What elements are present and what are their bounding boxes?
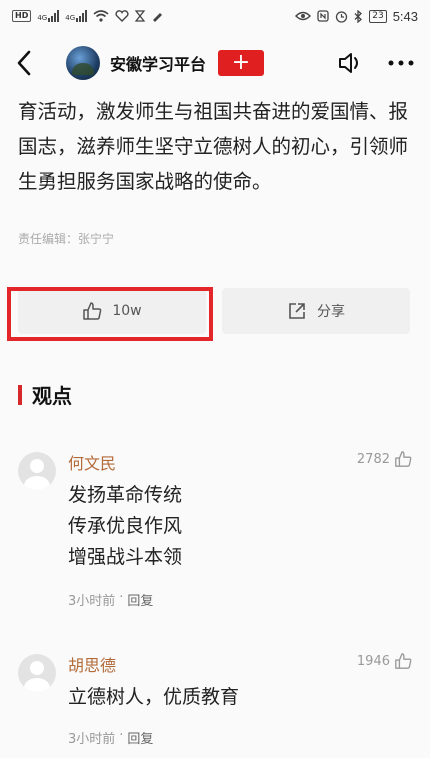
comment-line: 传承优良作风 [68, 515, 183, 537]
status-left: HD 4G 4G [12, 10, 164, 22]
battery-icon: 23 [369, 9, 387, 23]
comment-line: 发扬革命传统 [68, 484, 183, 506]
section-title: 观点 [32, 384, 72, 408]
wifi-icon [93, 10, 109, 22]
share-label: 分享 [317, 304, 345, 320]
nfc-icon [317, 10, 329, 22]
top-bar: 安徽学习平台 + [0, 32, 430, 94]
alarm-icon [336, 10, 348, 23]
comment-time: 3小时前 [68, 594, 116, 609]
signal-icon [48, 10, 60, 22]
more-dots-icon [388, 60, 414, 66]
commenter-avatar[interactable] [18, 452, 56, 490]
network-type-1: 4G [37, 14, 48, 22]
reply-link[interactable]: 回复 [127, 728, 153, 747]
heart-icon [115, 10, 129, 22]
eye-icon [295, 11, 312, 21]
hd-badge: HD [12, 10, 32, 22]
top-bar-actions [338, 52, 414, 74]
meta-separator: · [119, 590, 124, 605]
comment-text: 立德树人，优质教育 [68, 682, 239, 713]
status-right: 23 5:43 [295, 9, 418, 24]
follow-button[interactable]: + [218, 50, 265, 76]
meta-separator: · [119, 728, 124, 743]
comment-meta: 3小时前 · 回复 [68, 728, 153, 747]
commenter-name[interactable]: 胡思德 [68, 652, 116, 676]
comment-like-button[interactable]: 2782 [357, 450, 412, 468]
back-button[interactable] [16, 43, 46, 83]
edit-icon [153, 13, 163, 22]
hourglass-icon [135, 10, 146, 22]
comment-line: 增强战斗本领 [68, 546, 183, 568]
reply-link[interactable]: 回复 [127, 590, 153, 609]
comment-like-button[interactable]: 1946 [357, 652, 412, 670]
status-bar: HD 4G 4G 23 5:43 [0, 0, 430, 32]
comment-like-count: 1946 [356, 653, 390, 669]
channel-avatar[interactable] [66, 46, 100, 80]
speaker-icon [339, 53, 358, 73]
comment-time: 3小时前 [68, 732, 116, 747]
signal-group-1: 4G [37, 10, 60, 22]
comment-like-count: 2782 [356, 451, 390, 467]
bluetooth-icon [354, 9, 363, 23]
follow-plus: + [231, 50, 251, 75]
thumbs-up-icon [395, 451, 412, 467]
more-button[interactable] [388, 60, 414, 66]
audio-button[interactable] [338, 52, 364, 74]
share-button[interactable]: 分享 [222, 288, 410, 334]
signal-group-2: 4G [65, 10, 88, 22]
channel-name[interactable]: 安徽学习平台 [110, 51, 206, 75]
comment-line: 立德树人，优质教育 [68, 686, 240, 708]
network-type-2: 4G [65, 14, 76, 22]
chevron-left-icon [17, 50, 31, 76]
section-accent-bar [18, 384, 22, 405]
comment-meta: 3小时前 · 回复 [68, 590, 153, 609]
commenter-name[interactable]: 何文民 [68, 450, 116, 474]
clock: 5:43 [392, 8, 418, 24]
thumbs-up-icon [395, 653, 412, 669]
signal-icon [76, 10, 88, 22]
article-text: 育活动，激发师生与祖国共奋进的爱国情、报国志，滋养师生坚守立德树人的初心，引领师… [18, 100, 409, 193]
editor-credit: 责任编辑：张宁宁 [18, 232, 115, 246]
commenter-avatar[interactable] [18, 654, 56, 692]
highlight-annotation [7, 287, 213, 341]
comment-text: 发扬革命传统 传承优良作风 增强战斗本领 [68, 480, 182, 573]
section-header: 观点 [18, 380, 72, 409]
share-icon [289, 303, 305, 319]
